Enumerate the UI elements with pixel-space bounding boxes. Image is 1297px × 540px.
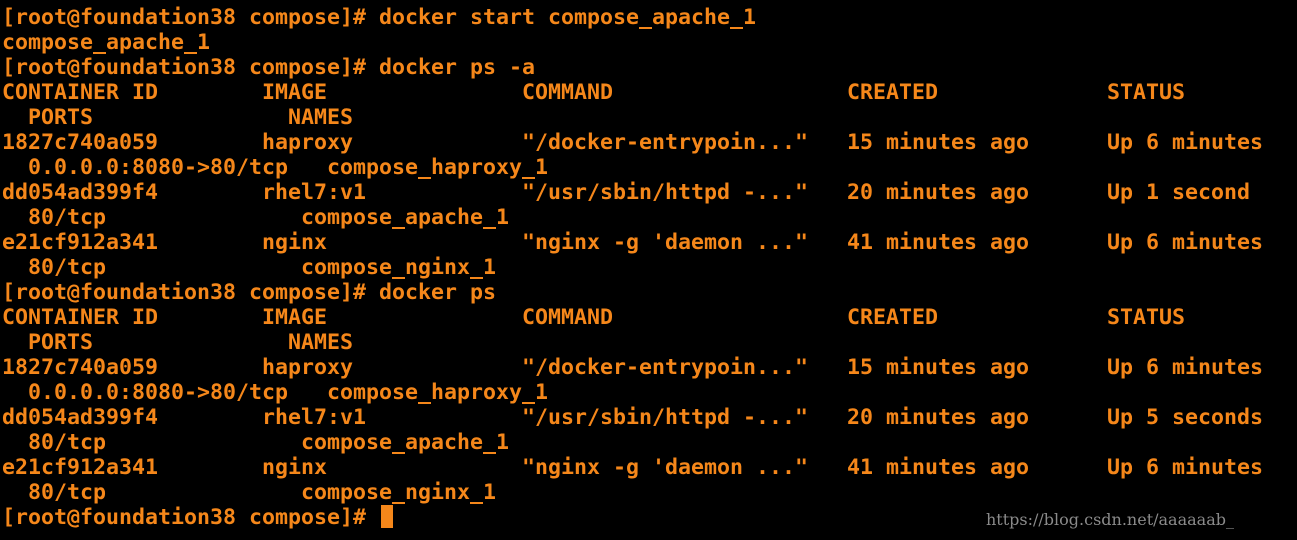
watermark: https://blog.csdn.net/aaaaaab_ bbox=[986, 510, 1234, 529]
terminal-line: [root@foundation38 compose]# docker ps bbox=[2, 280, 497, 305]
terminal-output[interactable]: [root@foundation38 compose]# docker star… bbox=[2, 5, 1263, 530]
terminal-line: CONTAINER ID IMAGE COMMAND CREATED STATU… bbox=[2, 80, 1186, 105]
terminal-line: [root@foundation38 compose]# docker star… bbox=[2, 5, 757, 30]
terminal-line: dd054ad399f4 rhel7:v1 "/usr/sbin/httpd -… bbox=[2, 180, 1251, 205]
terminal-line: PORTS NAMES bbox=[2, 330, 354, 355]
terminal-line: CONTAINER ID IMAGE COMMAND CREATED STATU… bbox=[2, 305, 1186, 330]
terminal-line: 1827c740a059 haproxy "/docker-entrypoin.… bbox=[2, 355, 1264, 380]
terminal-line: 0.0.0.0:8080->80/tcp compose_haproxy_1 bbox=[2, 155, 549, 180]
terminal-line: compose_apache_1 bbox=[2, 30, 211, 55]
cursor bbox=[381, 505, 394, 528]
terminal-line: dd054ad399f4 rhel7:v1 "/usr/sbin/httpd -… bbox=[2, 405, 1264, 430]
terminal-line: 80/tcp compose_nginx_1 bbox=[2, 480, 497, 505]
terminal-line: 80/tcp compose_apache_1 bbox=[2, 205, 510, 230]
shell-prompt: [root@foundation38 compose]# bbox=[2, 505, 380, 530]
terminal-line: 80/tcp compose_nginx_1 bbox=[2, 255, 497, 280]
terminal-line: [root@foundation38 compose]# docker ps -… bbox=[2, 55, 536, 80]
terminal-line: 80/tcp compose_apache_1 bbox=[2, 430, 510, 455]
terminal-line: e21cf912a341 nginx "nginx -g 'daemon ...… bbox=[2, 455, 1264, 480]
terminal-line: 1827c740a059 haproxy "/docker-entrypoin.… bbox=[2, 130, 1264, 155]
terminal-line: PORTS NAMES bbox=[2, 105, 354, 130]
terminal-line: 0.0.0.0:8080->80/tcp compose_haproxy_1 bbox=[2, 380, 549, 405]
terminal-line: e21cf912a341 nginx "nginx -g 'daemon ...… bbox=[2, 230, 1264, 255]
